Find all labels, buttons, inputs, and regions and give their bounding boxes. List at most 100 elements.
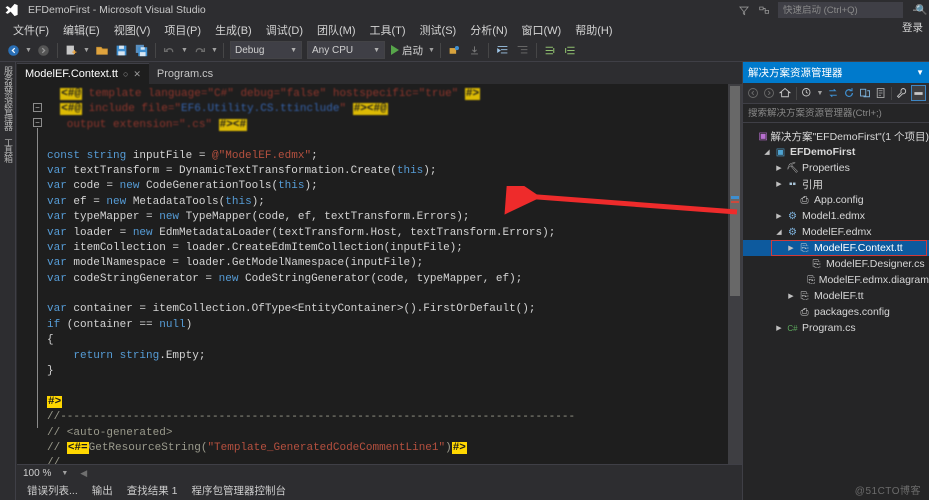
navigate-back-icon[interactable]: [4, 41, 23, 60]
tree-item--efdemofirst-1-[interactable]: ▣ 解决方案"EFDemoFirst"(1 个项目): [743, 128, 929, 144]
tree-item-properties[interactable]: ▶ ⛏ Properties: [743, 160, 929, 176]
redo-icon: [190, 41, 209, 60]
editor-vertical-scrollbar[interactable]: [728, 84, 742, 464]
dock-tab-server-explorer[interactable]: 服务器资源管理器: [0, 62, 16, 134]
visual-studio-logo-icon: [0, 0, 22, 20]
menu-item-view[interactable]: 视图(V): [107, 20, 158, 40]
bottom-tab-output[interactable]: 输出: [86, 481, 119, 500]
solution-explorer-header: 解决方案资源管理器 ▼: [743, 62, 929, 83]
editor-tab-program-cs[interactable]: Program.cs: [149, 63, 221, 84]
expander-open-icon[interactable]: ◢: [773, 228, 785, 236]
editor-tab-label: ModelEF.Context.tt: [25, 68, 118, 80]
bottom-tab-find-results[interactable]: 查找结果 1: [121, 481, 184, 500]
uncomment-selection-icon[interactable]: [561, 41, 580, 60]
attach-process-icon[interactable]: [445, 41, 464, 60]
tree-item-label: Model1.edmx: [802, 210, 866, 222]
new-project-icon[interactable]: [62, 41, 81, 60]
solution-configuration-dropdown[interactable]: Debug ▼: [230, 41, 302, 59]
collapse-all-icon[interactable]: [857, 85, 872, 101]
solution-icon: ▣: [758, 130, 768, 142]
show-all-files-icon[interactable]: [873, 85, 888, 101]
solution-search-input[interactable]: [748, 107, 924, 119]
menu-item-team[interactable]: 团队(M): [310, 20, 363, 40]
save-icon[interactable]: [112, 41, 131, 60]
sync-with-active-document-icon[interactable]: [825, 85, 840, 101]
save-all-icon[interactable]: [132, 41, 151, 60]
chevron-down-icon[interactable]: ▼: [916, 68, 924, 77]
menu-item-project[interactable]: 项目(P): [157, 20, 208, 40]
new-project-dropdown-icon[interactable]: ▼: [82, 47, 91, 54]
expander-closed-icon[interactable]: ▶: [785, 244, 797, 252]
comment-selection-icon[interactable]: [541, 41, 560, 60]
close-icon[interactable]: ✕: [133, 69, 141, 80]
solution-platform-dropdown[interactable]: Any CPU ▼: [307, 41, 385, 59]
refresh-icon[interactable]: [841, 85, 856, 101]
editor-scrollbar-thumb[interactable]: [730, 86, 740, 296]
code-text[interactable]: <#@ template language="C#" debug="false"…: [47, 87, 728, 464]
left-dock-bar: 服务器资源管理器 工具箱: [0, 62, 16, 500]
tree-item-modelef.edmx.diagram[interactable]: ⎘ ModelEF.edmx.diagram: [743, 272, 929, 288]
tree-item-packages.config[interactable]: ⎙ packages.config: [743, 304, 929, 320]
menu-item-build[interactable]: 生成(B): [208, 20, 259, 40]
preview-selected-items-icon[interactable]: [910, 85, 926, 101]
pending-changes-icon[interactable]: [800, 85, 815, 101]
expander-closed-icon[interactable]: ▶: [773, 324, 785, 332]
notification-icon[interactable]: [757, 3, 772, 18]
home-icon[interactable]: [778, 85, 793, 101]
solution-explorer-panel: 解决方案资源管理器 ▼ ▼ 搜索解决方案资源管理器(Ctrl+;) ▣ 解决方案…: [742, 62, 929, 500]
open-file-icon[interactable]: [92, 41, 111, 60]
menu-item-test[interactable]: 测试(S): [413, 20, 464, 40]
tree-item-modelef.tt[interactable]: ▶ ⎘ ModelEF.tt: [743, 288, 929, 304]
dock-tab-toolbox[interactable]: 工具箱: [0, 134, 16, 166]
expander-closed-icon[interactable]: ▶: [773, 164, 785, 172]
tree-item-modelef.designer.cs[interactable]: ⎘ ModelEF.Designer.cs: [743, 256, 929, 272]
indent-icon[interactable]: [493, 41, 512, 60]
menu-item-file[interactable]: 文件(F): [6, 20, 56, 40]
expander-open-icon[interactable]: ◢: [761, 148, 773, 156]
edmx-icon: ⚙: [788, 226, 797, 238]
feedback-icon[interactable]: [736, 3, 751, 18]
code-editor[interactable]: − − <#@ template language="C#" debug="fa…: [17, 84, 742, 464]
menu-item-tools[interactable]: 工具(T): [363, 20, 413, 40]
quick-launch-box[interactable]: 🔍: [778, 2, 927, 18]
tt-file-icon: ⎘: [800, 242, 809, 254]
menu-item-edit[interactable]: 编辑(E): [56, 20, 107, 40]
expander-closed-icon[interactable]: ▶: [773, 180, 785, 188]
editor-tab-modelef-context-tt[interactable]: ModelEF.Context.tt ○ ✕: [17, 63, 149, 84]
zoom-level-value[interactable]: 100 %: [23, 468, 51, 479]
pending-changes-dropdown-icon[interactable]: ▼: [816, 90, 824, 97]
tree-item-efdemofirst[interactable]: ◢ ▣ EFDemoFirst: [743, 144, 929, 160]
window-title: EFDemoFirst - Microsoft Visual Studio: [28, 4, 206, 16]
tree-item-app.config[interactable]: ⎙ App.config: [743, 192, 929, 208]
bottom-tab-error-list[interactable]: 错误列表...: [21, 481, 84, 500]
menu-item-help[interactable]: 帮助(H): [568, 20, 619, 40]
sign-in-link[interactable]: 登录: [902, 20, 923, 35]
tree-item-program.cs[interactable]: ▶ C# Program.cs: [743, 320, 929, 336]
menu-item-debug[interactable]: 调试(D): [259, 20, 310, 40]
navigate-back-dropdown-icon[interactable]: ▼: [24, 47, 33, 54]
expander-closed-icon[interactable]: ▶: [773, 212, 785, 220]
tree-item-model1.edmx[interactable]: ▶ ⚙ Model1.edmx: [743, 208, 929, 224]
start-debug-dropdown-icon[interactable]: ▼: [427, 47, 436, 54]
menu-item-analyze[interactable]: 分析(N): [463, 20, 514, 40]
fold-toggle-icon[interactable]: −: [33, 118, 42, 127]
solution-tree[interactable]: ▣ 解决方案"EFDemoFirst"(1 个项目) ◢ ▣ EFDemoFirst ▶ ⛏…: [743, 123, 929, 336]
start-debug-button[interactable]: 启动: [388, 43, 426, 58]
pin-icon[interactable]: ○: [123, 69, 128, 79]
quick-launch-input[interactable]: [783, 4, 915, 16]
bottom-tab-package-manager[interactable]: 程序包管理器控制台: [186, 481, 293, 500]
editor-tab-label: Program.cs: [156, 67, 214, 80]
tt-file-icon: ⎘: [807, 274, 816, 286]
editor-fold-margin[interactable]: − −: [17, 84, 47, 464]
tree-item-modelef.context.tt[interactable]: ▶ ⎘ ModelEF.Context.tt: [743, 240, 929, 256]
expander-closed-icon[interactable]: ▶: [785, 292, 797, 300]
tree-item--[interactable]: ▶ ▪▪ 引用: [743, 176, 929, 192]
tree-item-modelef.edmx[interactable]: ◢ ⚙ ModelEF.edmx: [743, 224, 929, 240]
properties-icon[interactable]: [895, 85, 910, 101]
menu-item-window[interactable]: 窗口(W): [515, 20, 569, 40]
solution-explorer-search[interactable]: [743, 104, 929, 123]
scroll-left-icon[interactable]: ◀: [80, 468, 87, 479]
fold-toggle-icon[interactable]: −: [33, 103, 42, 112]
editor-tab-strip: ModelEF.Context.tt ○ ✕ Program.cs: [17, 62, 742, 84]
chevron-down-icon[interactable]: ▼: [61, 470, 68, 477]
